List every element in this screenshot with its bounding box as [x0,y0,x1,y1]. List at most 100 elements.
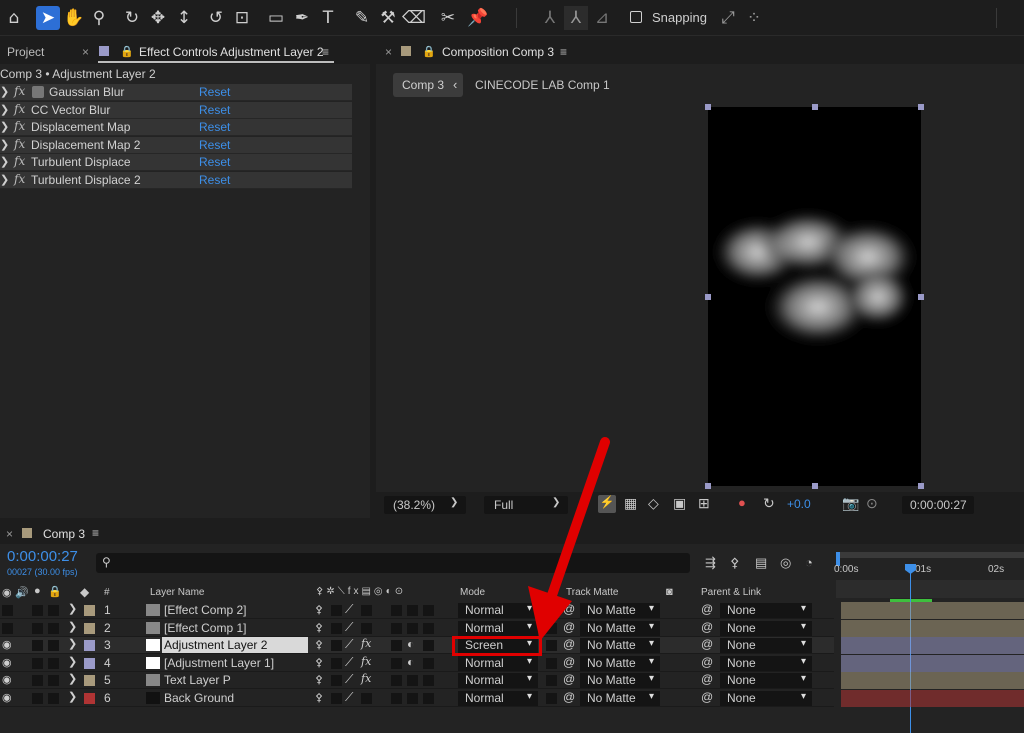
puppet-pin-icon[interactable]: 📌 [466,6,490,30]
layer-name[interactable]: Text Layer P [164,673,231,687]
reset-exposure-icon[interactable]: ↻ [763,495,775,512]
layer-row[interactable]: ◉ ❯ 3 Adjustment Layer 2 ⚴ ⟋ fx ◐ Screen… [0,637,834,654]
motion-blur-toggle[interactable] [391,640,402,651]
shy-icon[interactable]: ⚴ [315,691,323,704]
lock-toggle[interactable] [48,605,59,616]
effect-row[interactable]: ❯ fx Displacement Map Reset [0,119,352,136]
visibility-toggle[interactable] [2,605,13,616]
quality-icon[interactable]: ⟋ [345,637,353,652]
reset-link[interactable]: Reset [199,155,230,169]
effect-row[interactable]: ❯ fx CC Vector Blur Reset [0,102,352,119]
lock-toggle[interactable] [48,640,59,651]
visibility-toggle[interactable] [2,623,13,634]
transform-handle[interactable] [918,483,924,489]
shy-icon[interactable]: ⚴ [315,621,323,634]
effect-row[interactable]: ❯ fx Turbulent Displace Reset [0,154,352,171]
expand-icon[interactable]: ❯ [0,103,9,116]
home-icon[interactable]: ⌂ [2,6,26,30]
quality-icon[interactable]: ⟋ [345,690,353,705]
fx-icon[interactable]: fx [361,655,371,668]
snap-grid-icon[interactable]: ⁘ [742,6,766,30]
collapse-toggle[interactable] [331,675,342,686]
mode-dropdown[interactable]: Normal ▾ [458,673,538,688]
quality-icon[interactable]: ⟋ [345,655,353,670]
3d-toggle[interactable] [423,623,434,634]
col-layer-name[interactable]: Layer Name [150,587,204,598]
3d-toggle[interactable] [423,658,434,669]
label-color[interactable] [84,658,95,669]
fx-icon[interactable]: fx [14,102,25,116]
parent-pick-whip-icon[interactable]: @ [701,655,713,669]
rectangle-icon[interactable]: ▭ [264,6,288,30]
label-color[interactable] [84,640,95,651]
hide-shy-icon[interactable]: ▤ [755,555,767,571]
expand-icon[interactable]: ❯ [68,655,77,668]
lock-toggle[interactable] [48,623,59,634]
reset-link[interactable]: Reset [199,120,230,134]
snapshot-icon[interactable]: ⊙ [866,495,878,512]
adjustment-toggle[interactable] [407,623,418,634]
lock-icon[interactable]: 🔒 [422,45,436,58]
collapse-toggle[interactable] [331,658,342,669]
layer-name[interactable]: [Effect Comp 2] [164,603,246,617]
parent-pick-whip-icon[interactable]: @ [701,620,713,634]
preserve-transparency-toggle[interactable] [546,675,557,686]
lock-toggle[interactable] [48,658,59,669]
solo-toggle[interactable] [32,640,43,651]
lock-toggle[interactable] [48,693,59,704]
brush-icon[interactable]: ✎ [350,6,374,30]
reset-link[interactable]: Reset [199,138,230,152]
frame-blending-icon[interactable]: ◎ [780,555,791,571]
preserve-transparency-toggle[interactable] [546,693,557,704]
exposure-value[interactable]: +0.0 [787,497,811,511]
parent-dropdown[interactable]: None ▾ [720,621,812,636]
solo-toggle[interactable] [32,693,43,704]
preserve-transparency-toggle[interactable] [546,658,557,669]
layer-name[interactable]: Back Ground [164,691,234,705]
pan-icon[interactable]: ✥ [146,6,170,30]
eye-icon[interactable]: ◉ [2,691,12,704]
label-color[interactable] [84,605,95,616]
expand-icon[interactable]: ❯ [68,672,77,685]
collapse-toggle[interactable] [331,640,342,651]
transform-handle[interactable] [812,104,818,110]
adjustment-toggle[interactable] [407,675,418,686]
roto-brush-icon[interactable]: ✂ [436,6,460,30]
zoom-icon[interactable]: ⚲ [87,6,111,30]
axis-world-icon[interactable]: ⅄ [564,6,588,30]
track-matte-dropdown[interactable]: No Matte ▾ [580,673,660,688]
fx-icon[interactable]: fx [14,84,25,98]
3d-toggle[interactable] [423,675,434,686]
expand-icon[interactable]: ❯ [0,155,9,168]
track-matte-dropdown[interactable]: No Matte ▾ [580,691,660,706]
channel-icon[interactable]: ● [738,495,746,510]
reset-link[interactable]: Reset [199,85,230,99]
parent-dropdown[interactable]: None ▾ [720,603,812,618]
layer-name[interactable]: [Effect Comp 1] [164,621,246,635]
clone-stamp-icon[interactable]: ⚒ [376,6,400,30]
solo-toggle[interactable] [32,658,43,669]
expand-icon[interactable]: ❯ [68,637,77,650]
tab-timeline-comp[interactable]: Comp 3 [43,527,85,541]
region-of-interest-icon[interactable]: ▣ [673,495,686,512]
fx-icon[interactable]: fx [361,672,371,685]
camera-icon[interactable]: 📷 [842,495,859,512]
grid-guides-icon[interactable]: ⊞ [698,495,710,512]
expand-icon[interactable]: ❯ [68,690,77,703]
parent-pick-whip-icon[interactable]: @ [701,637,713,651]
label-color[interactable] [84,693,95,704]
adjustment-toggle[interactable] [407,693,418,704]
eye-icon[interactable]: ◉ [2,638,12,651]
expand-icon[interactable]: ❯ [68,602,77,615]
layer-row[interactable]: ◉ ❯ 5 Text Layer P ⚴ ⟋ fx Normal ▾ @ No … [0,672,834,689]
reset-link[interactable]: Reset [199,103,230,117]
track-matte-dropdown[interactable]: No Matte ▾ [580,656,660,671]
layer-name[interactable]: [Adjustment Layer 1] [164,656,274,670]
collapse-toggle[interactable] [331,623,342,634]
solo-toggle[interactable] [32,675,43,686]
tab-composition[interactable]: Composition Comp 3 [442,45,554,59]
3d-toggle[interactable] [423,605,434,616]
type-icon[interactable]: T [316,6,340,30]
transform-handle[interactable] [705,483,711,489]
breadcrumb-current[interactable]: Comp 3 ‹ [393,73,463,97]
